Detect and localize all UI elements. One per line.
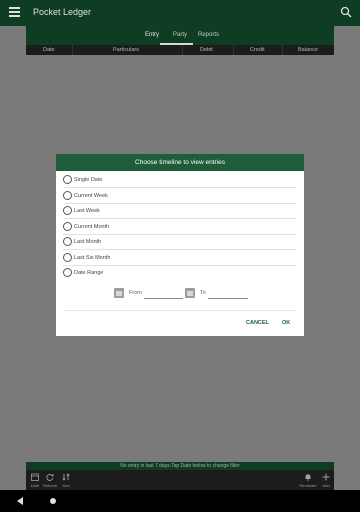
radio-button[interactable] bbox=[63, 206, 72, 215]
to-date-field[interactable] bbox=[208, 298, 248, 299]
status-message: No entry in last 7 days.Tap Date below t… bbox=[26, 462, 334, 470]
column-balance: Balance bbox=[298, 47, 318, 53]
sort-icon bbox=[62, 473, 70, 481]
option-last-month[interactable]: Last Month bbox=[63, 235, 297, 250]
search-icon[interactable] bbox=[340, 6, 352, 18]
radio-button[interactable] bbox=[63, 237, 72, 246]
option-label: Current Month bbox=[74, 224, 110, 230]
calendar-icon bbox=[31, 473, 39, 481]
add-tool-button[interactable]: Add bbox=[319, 472, 333, 490]
option-label: Date Range bbox=[74, 270, 104, 276]
date-tool-button[interactable]: Date bbox=[28, 472, 42, 490]
tab-party[interactable]: Party bbox=[173, 32, 187, 38]
calendar-icon[interactable] bbox=[114, 288, 124, 298]
column-date: Date bbox=[43, 47, 55, 53]
cancel-button[interactable]: CANCEL bbox=[246, 320, 269, 326]
column-credit: Credit bbox=[250, 47, 265, 53]
radio-button[interactable] bbox=[63, 175, 72, 184]
from-label: From bbox=[129, 290, 142, 296]
option-current-week[interactable]: Current Week bbox=[63, 189, 297, 204]
back-icon[interactable] bbox=[17, 497, 23, 505]
column-particulars: Particulars bbox=[113, 47, 139, 53]
column-header-row: Date Particulars Debit Credit Balance bbox=[26, 45, 334, 55]
app-title: Pocket Ledger bbox=[33, 7, 92, 17]
refresh-tool-button[interactable]: Refresh bbox=[43, 472, 57, 490]
tab-entry[interactable]: Entry bbox=[145, 32, 159, 38]
from-date-field[interactable] bbox=[144, 298, 183, 299]
dialog-divider bbox=[63, 310, 297, 311]
timeline-dialog: Choose timeline to view entries Single D… bbox=[56, 154, 304, 336]
radio-button[interactable] bbox=[63, 268, 72, 277]
refresh-icon bbox=[46, 473, 54, 481]
system-nav-bar bbox=[0, 490, 360, 512]
option-last-six-month[interactable]: Last Six Month bbox=[63, 251, 297, 266]
to-label: To bbox=[200, 290, 206, 296]
radio-button[interactable] bbox=[63, 222, 72, 231]
bell-icon bbox=[305, 474, 311, 481]
tool-label: Sort bbox=[62, 483, 70, 488]
tab-reports[interactable]: Reports bbox=[198, 32, 219, 38]
column-divider bbox=[182, 45, 183, 55]
app-bar: Pocket Ledger bbox=[0, 0, 360, 26]
column-debit: Debit bbox=[200, 47, 213, 53]
radio-button[interactable] bbox=[63, 191, 72, 200]
tool-label: Add bbox=[322, 483, 330, 488]
option-label: Current Week bbox=[74, 193, 108, 199]
radio-button[interactable] bbox=[63, 253, 72, 262]
column-divider bbox=[282, 45, 283, 55]
option-label: Single Date bbox=[74, 177, 103, 183]
sort-tool-button[interactable]: Sort bbox=[59, 472, 73, 490]
column-divider bbox=[72, 45, 73, 55]
option-single-date[interactable]: Single Date bbox=[63, 173, 297, 188]
option-current-month[interactable]: Current Month bbox=[63, 220, 297, 235]
option-last-week[interactable]: Last Week bbox=[63, 204, 297, 219]
dialog-title: Choose timeline to view entries bbox=[56, 154, 304, 171]
menu-icon[interactable] bbox=[9, 7, 20, 19]
option-label: Last Month bbox=[74, 239, 102, 245]
ok-button[interactable]: OK bbox=[282, 320, 290, 326]
home-icon[interactable] bbox=[50, 498, 56, 504]
tool-label: Reminder bbox=[299, 483, 317, 488]
bottom-toolbar: Date Refresh Sort Reminder Add bbox=[26, 470, 334, 490]
column-divider bbox=[233, 45, 234, 55]
tab-bar: Entry Party Reports bbox=[26, 26, 334, 45]
option-date-range[interactable]: Date Range bbox=[63, 266, 297, 281]
calendar-icon[interactable] bbox=[185, 288, 195, 298]
plus-icon bbox=[322, 473, 330, 481]
option-label: Last Week bbox=[74, 208, 100, 214]
option-label: Last Six Month bbox=[74, 255, 111, 261]
reminder-tool-button[interactable]: Reminder bbox=[299, 472, 317, 490]
date-range-row: From To bbox=[56, 287, 304, 301]
